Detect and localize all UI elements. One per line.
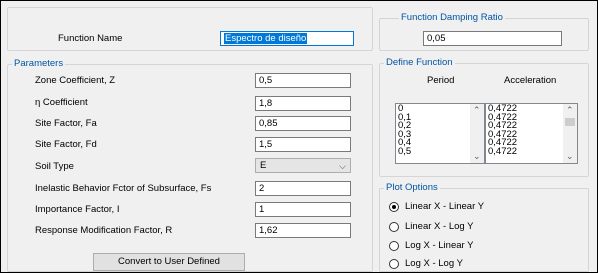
radio-unselected-icon [389, 222, 399, 232]
site-factor-fd-value: 1,5 [259, 139, 273, 150]
function-name-value: Espectro de diseño [224, 33, 308, 44]
period-list-scrollbar[interactable]: ⌃ ⌄ [470, 104, 484, 163]
acceleration-list[interactable]: 0,4722 0,4722 0,4722 0,4722 0,4722 0,472… [485, 103, 578, 164]
site-factor-fd-input[interactable]: 1,5 [255, 137, 351, 152]
importance-factor-input[interactable]: 1 [255, 202, 351, 217]
function-name-label: Function Name [58, 33, 123, 44]
importance-factor-value: 1 [259, 204, 265, 215]
site-factor-fd-label: Site Factor, Fd [35, 139, 97, 150]
importance-factor-label: Importance Factor, I [35, 204, 120, 215]
fs-factor-input[interactable]: 2 [255, 181, 351, 196]
chevron-down-icon: ⌵ [339, 161, 346, 171]
response-modification-input[interactable]: 1,62 [255, 223, 351, 238]
zone-coefficient-value: 0,5 [259, 75, 273, 86]
site-factor-fa-label: Site Factor, Fa [35, 118, 97, 129]
damping-ratio-title: Function Damping Ratio [399, 12, 505, 24]
damping-ratio-value: 0,05 [427, 33, 446, 44]
eta-coefficient-label: η Coefficient [35, 97, 88, 108]
radio-linear-x-linear-y[interactable]: Linear X - Linear Y [389, 201, 484, 213]
radio-selected-icon [389, 202, 399, 212]
scroll-up-arrow-icon[interactable]: ⌃ [566, 106, 574, 115]
scrollbar-thumb[interactable] [565, 118, 575, 126]
radio-label: Linear X - Linear Y [405, 201, 485, 212]
function-definition-dialog: Function Name Espectro de diseño Functio… [0, 0, 598, 273]
radio-log-x-log-y[interactable]: Log X - Log Y [389, 258, 463, 270]
radio-log-x-linear-y[interactable]: Log X - Linear Y [389, 240, 473, 252]
soil-type-dropdown[interactable]: E ⌵ [255, 158, 351, 173]
function-name-input[interactable]: Espectro de diseño [220, 31, 354, 46]
radio-label: Log X - Log Y [405, 258, 463, 269]
list-item[interactable]: 0,5 [398, 147, 411, 157]
acceleration-list-scrollbar[interactable]: ⌃ ⌄ [563, 104, 577, 163]
response-modification-label: Response Modification Factor, R [35, 225, 173, 236]
period-column-header: Period [427, 75, 455, 86]
acceleration-list-items: 0,4722 0,4722 0,4722 0,4722 0,4722 0,472… [488, 104, 517, 157]
fs-factor-value: 2 [259, 183, 265, 194]
parameters-title: Parameters [12, 58, 66, 70]
radio-unselected-icon [389, 241, 399, 251]
response-modification-value: 1,62 [259, 225, 278, 236]
soil-type-label: Soil Type [35, 161, 74, 172]
define-function-title: Define Function [384, 57, 455, 69]
soil-type-value: E [260, 160, 267, 171]
fs-factor-label: Inelastic Behavior Fctor of Subsurface, … [35, 183, 212, 194]
site-factor-fa-input[interactable]: 0,85 [255, 116, 351, 131]
scroll-down-arrow-icon[interactable]: ⌄ [566, 152, 574, 161]
eta-coefficient-value: 1,8 [259, 98, 273, 109]
radio-label: Linear X - Log Y [405, 221, 474, 232]
plot-options-title: Plot Options [384, 182, 440, 194]
eta-coefficient-input[interactable]: 1,8 [255, 96, 351, 111]
damping-ratio-input[interactable]: 0,05 [423, 31, 562, 46]
scroll-up-arrow-icon[interactable]: ⌃ [473, 106, 481, 115]
acceleration-column-header: Acceleration [504, 75, 557, 86]
zone-coefficient-input[interactable]: 0,5 [255, 73, 351, 88]
radio-unselected-icon [389, 259, 399, 269]
site-factor-fa-value: 0,85 [259, 118, 278, 129]
zone-coefficient-label: Zone Coefficient, Z [35, 75, 116, 86]
period-list[interactable]: 0 0,1 0,2 0,3 0,4 0,5 ⌃ ⌄ [395, 103, 485, 164]
radio-label: Log X - Linear Y [405, 240, 474, 251]
period-list-items: 0 0,1 0,2 0,3 0,4 0,5 [398, 104, 411, 157]
list-item[interactable]: 0,4722 [488, 147, 517, 157]
scroll-down-arrow-icon[interactable]: ⌄ [473, 152, 481, 161]
radio-linear-x-log-y[interactable]: Linear X - Log Y [389, 221, 473, 233]
convert-to-user-defined-button[interactable]: Convert to User Defined [93, 253, 245, 271]
